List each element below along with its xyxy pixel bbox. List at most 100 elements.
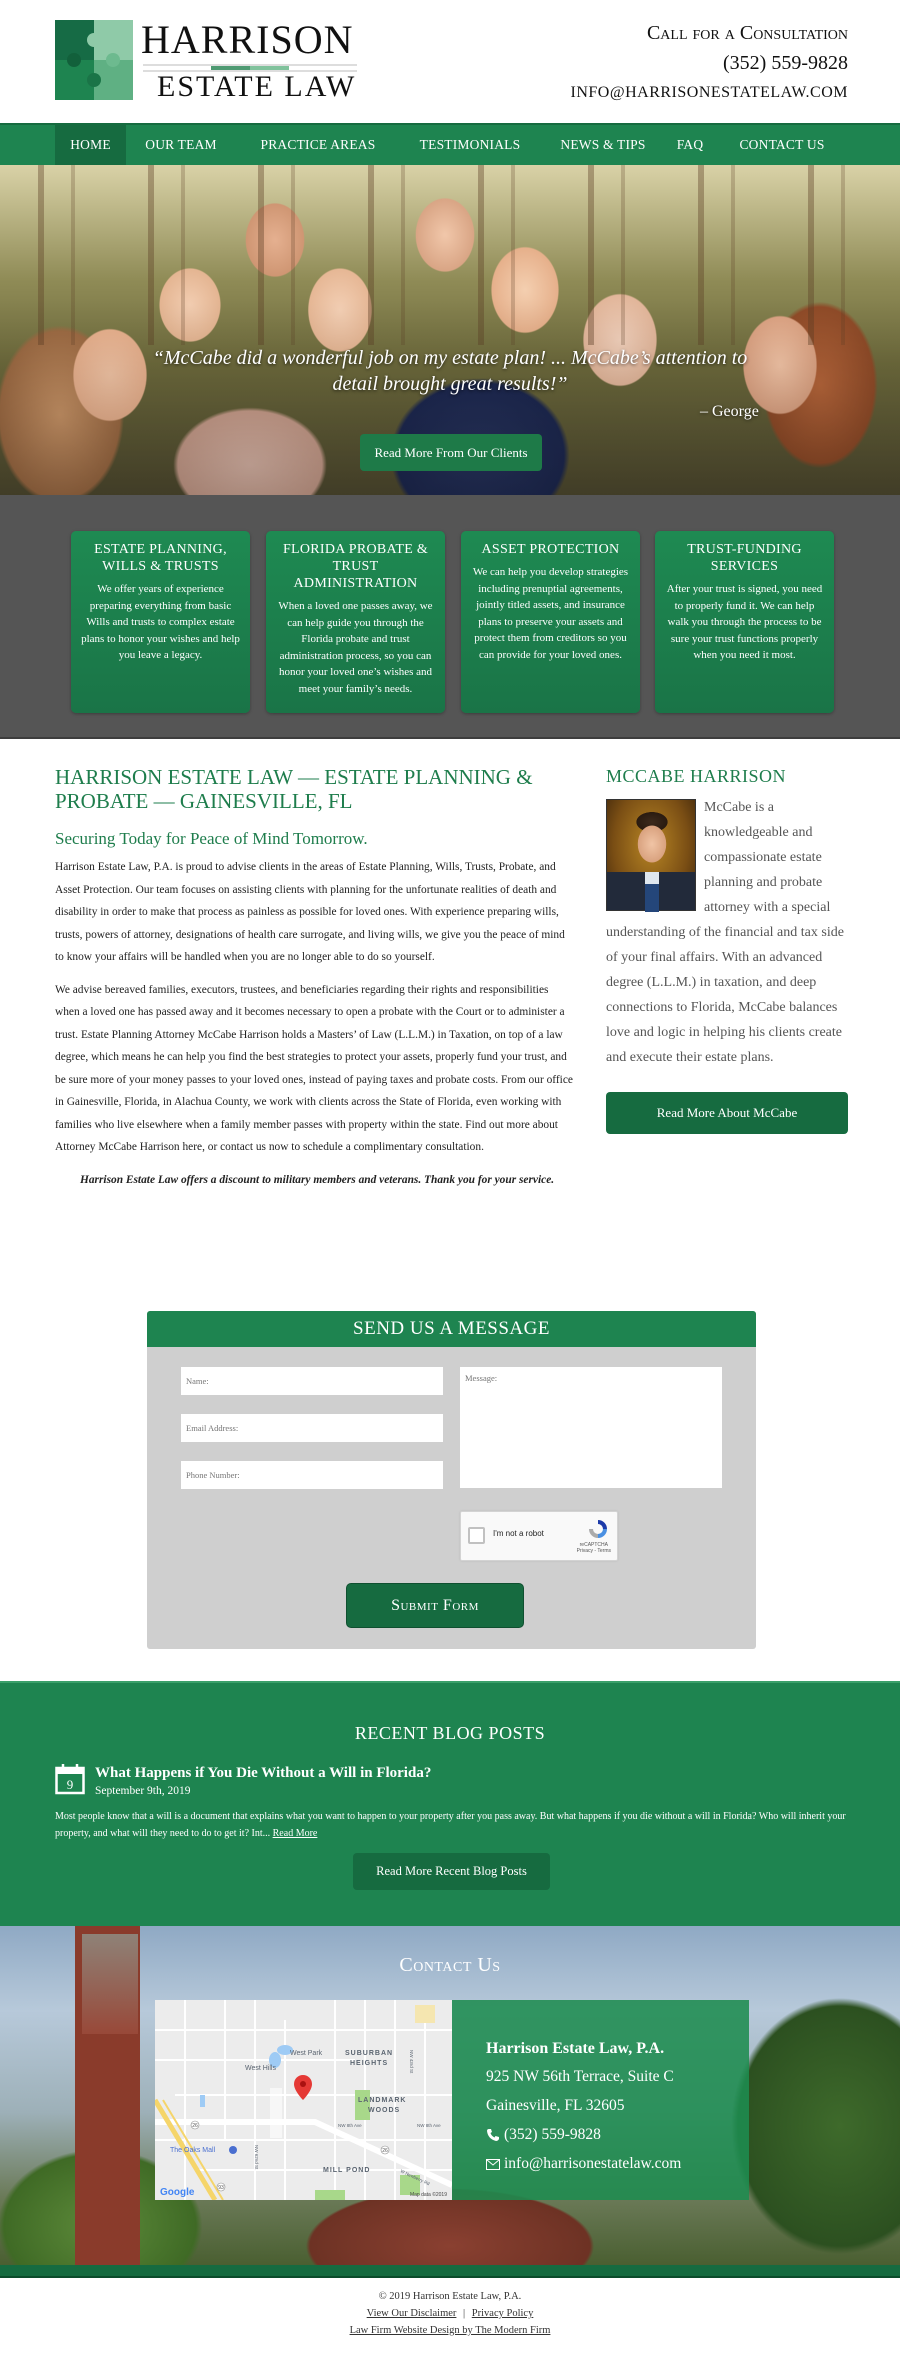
map-label: LANDMARK	[358, 2097, 406, 2104]
service-card-text: We can help you develop strategies inclu…	[472, 566, 629, 661]
calendar-day: 9	[67, 1777, 74, 1792]
service-card[interactable]: FLORIDA PROBATE & TRUST ADMINISTRATION W…	[266, 531, 445, 713]
map-label: West Hills	[245, 2065, 276, 2072]
nav-our-team[interactable]: OUR TEAM	[140, 125, 222, 165]
blog-read-more-link[interactable]: Read More	[273, 1828, 318, 1839]
map-label: WOODS	[368, 2107, 400, 2114]
address-line-2: Gainesville, FL 32605	[486, 2097, 625, 2114]
attorney-bio: McCabe is a knowledgeable and compassion…	[606, 795, 848, 1070]
recaptcha-widget: I'm not a robot reCAPTCHA Privacy - Term…	[460, 1511, 618, 1561]
nav-practice-areas[interactable]: PRACTICE AREAS	[254, 125, 382, 165]
contact-form: SEND US A MESSAGE I'm not a robot reCAPT…	[147, 1311, 756, 1649]
form-title: SEND US A MESSAGE	[147, 1311, 756, 1347]
footer-separator: |	[463, 2308, 466, 2319]
recaptcha-links[interactable]: Privacy - Terms	[577, 1548, 611, 1554]
nav-home[interactable]: HOME	[55, 125, 126, 165]
phone-input[interactable]	[181, 1461, 443, 1489]
blog-post-date: September 9th, 2019	[95, 1785, 191, 1797]
header-phone-link[interactable]: (352) 559-9828	[571, 48, 848, 78]
copyright: © 2019 Harrison Estate Law, P.A.	[378, 2291, 522, 2302]
service-card[interactable]: ESTATE PLANNING, WILLS & TRUSTS We offer…	[71, 531, 250, 713]
route-marker: 26	[382, 2148, 388, 2154]
nav-news-tips[interactable]: NEWS & TIPS	[556, 125, 650, 165]
puzzle-logo-icon	[55, 20, 133, 100]
attorney-photo	[606, 799, 696, 912]
google-logo: Google	[160, 2187, 195, 2198]
blog-heading: RECENT BLOG POSTS	[354, 1723, 546, 1743]
contact-section: Contact Us West Park SUBURBAN HEIGHTS We…	[0, 1926, 900, 2265]
page-title: HARRISON ESTATE LAW — ESTATE PLANNING & …	[55, 765, 533, 813]
contact-heading: Contact Us	[399, 1954, 501, 1976]
submit-form-button[interactable]: Submit Form	[346, 1583, 524, 1628]
map-label: NW 8th Ave	[417, 2123, 441, 2128]
designer-credit-link[interactable]: Law Firm Website Design by The Modern Fi…	[350, 2325, 551, 2336]
logo-title: HARRISON	[141, 17, 354, 62]
service-card-title: ESTATE PLANNING, WILLS & TRUSTS	[94, 542, 227, 574]
service-card[interactable]: TRUST-FUNDING SERVICES After your trust …	[655, 531, 834, 713]
map-label: NW 43rd St	[409, 2050, 414, 2074]
map-label: HEIGHTS	[350, 2060, 388, 2067]
calendar-icon: 9	[55, 1764, 85, 1795]
service-card-title: FLORIDA PROBATE & TRUST ADMINISTRATION	[282, 542, 429, 591]
header-email-link[interactable]: INFO@HARRISONESTATELAW.COM	[571, 78, 848, 108]
privacy-policy-link[interactable]: Privacy Policy	[472, 2308, 534, 2319]
intro-paragraph: Harrison Estate Law, P.A. is proud to ad…	[55, 861, 565, 963]
contact-info-panel: Harrison Estate Law, P.A. 925 NW 56th Te…	[452, 2000, 749, 2200]
read-more-mccabe-button[interactable]: Read More About McCabe	[606, 1092, 848, 1134]
recaptcha-checkbox[interactable]	[468, 1527, 485, 1544]
nav-testimonials[interactable]: TESTIMONIALS	[414, 125, 526, 165]
testimonial-quote: “McCabe did a wonderful job on my estate…	[152, 347, 748, 395]
service-card-text: We offer years of experience preparing e…	[81, 583, 240, 661]
nav-contact-us[interactable]: CONTACT US	[730, 125, 834, 165]
map-label: The Oaks Mall	[170, 2147, 216, 2154]
service-card-title: TRUST-FUNDING SERVICES	[687, 542, 802, 574]
mall-pin-icon	[229, 2146, 237, 2154]
practice-areas-section: ESTATE PLANNING, WILLS & TRUSTS We offer…	[0, 495, 900, 739]
blog-post-title[interactable]: What Happens if You Die Without a Will i…	[95, 1765, 431, 1782]
contact-email-link[interactable]: info@harrisonestatelaw.com	[504, 2155, 681, 2172]
route-marker: 93	[218, 2185, 224, 2191]
hero-banner: “McCabe did a wonderful job on my estate…	[0, 165, 900, 495]
email-icon	[486, 2158, 500, 2170]
name-input[interactable]	[181, 1367, 443, 1395]
map-label: MILL POND	[323, 2167, 370, 2174]
recaptcha-logo-icon	[589, 1520, 607, 1538]
route-marker: 26	[192, 2123, 198, 2129]
footer-bar	[0, 2265, 900, 2278]
consultation-label: Call for a Consultation	[646, 22, 848, 44]
message-textarea[interactable]	[460, 1367, 722, 1488]
map-label: NW 8th Ave	[338, 2123, 362, 2128]
header-contact: Call for a Consultation (352) 559-9828 I…	[571, 18, 848, 108]
attorney-sidebar: MCCABE HARRISON McCabe is a knowledgeabl…	[606, 765, 848, 1134]
map-attribution: Map data ©2019	[410, 2191, 447, 2198]
recent-blog-posts: RECENT BLOG POSTS 9 What Happens if You …	[0, 1681, 900, 1926]
service-card-title: ASSET PROTECTION	[481, 542, 620, 557]
main-nav: HOME OUR TEAM PRACTICE AREAS TESTIMONIAL…	[0, 123, 900, 165]
service-card[interactable]: ASSET PROTECTION We can help you develop…	[461, 531, 640, 713]
service-card-text: After your trust is signed, you need to …	[666, 583, 823, 661]
background-image	[82, 1934, 138, 2034]
map-label: SUBURBAN	[345, 2050, 393, 2057]
intro-paragraph: We advise bereaved families, executors, …	[55, 983, 573, 1154]
page-subtitle: Securing Today for Peace of Mind Tomorro…	[55, 829, 368, 848]
map-graphic: West Park SUBURBAN HEIGHTS West Hills LA…	[155, 2000, 452, 2200]
read-more-blog-button[interactable]: Read More Recent Blog Posts	[353, 1853, 550, 1890]
phone-icon	[487, 2129, 499, 2142]
email-input[interactable]	[181, 1414, 443, 1442]
firm-name: Harrison Estate Law, P.A.	[486, 2040, 665, 2057]
main-content: HARRISON ESTATE LAW — ESTATE PLANNING & …	[55, 765, 575, 1191]
testimonial-author: – George	[700, 403, 759, 420]
google-map[interactable]: West Park SUBURBAN HEIGHTS West Hills LA…	[155, 2000, 452, 2200]
service-card-text: When a loved one passes away, we can hel…	[278, 600, 433, 695]
contact-phone-link[interactable]: (352) 559-9828	[504, 2126, 601, 2143]
military-discount-note: Harrison Estate Law offers a discount to…	[80, 1173, 555, 1186]
disclaimer-link[interactable]: View Our Disclaimer	[367, 2308, 457, 2319]
site-header: HARRISON ESTATE LAW Call for a Consultat…	[0, 0, 900, 123]
recaptcha-label: I'm not a robot	[493, 1529, 544, 1538]
nav-faq[interactable]: FAQ	[670, 125, 710, 165]
logo-link[interactable]: HARRISON ESTATE LAW	[55, 17, 360, 103]
map-label: West Park	[290, 2050, 323, 2057]
blog-post-excerpt: Most people know that a will is a docume…	[55, 1811, 846, 1839]
read-more-clients-button[interactable]: Read More From Our Clients	[360, 434, 542, 471]
address-line-1: 925 NW 56th Terrace, Suite C	[486, 2068, 674, 2085]
